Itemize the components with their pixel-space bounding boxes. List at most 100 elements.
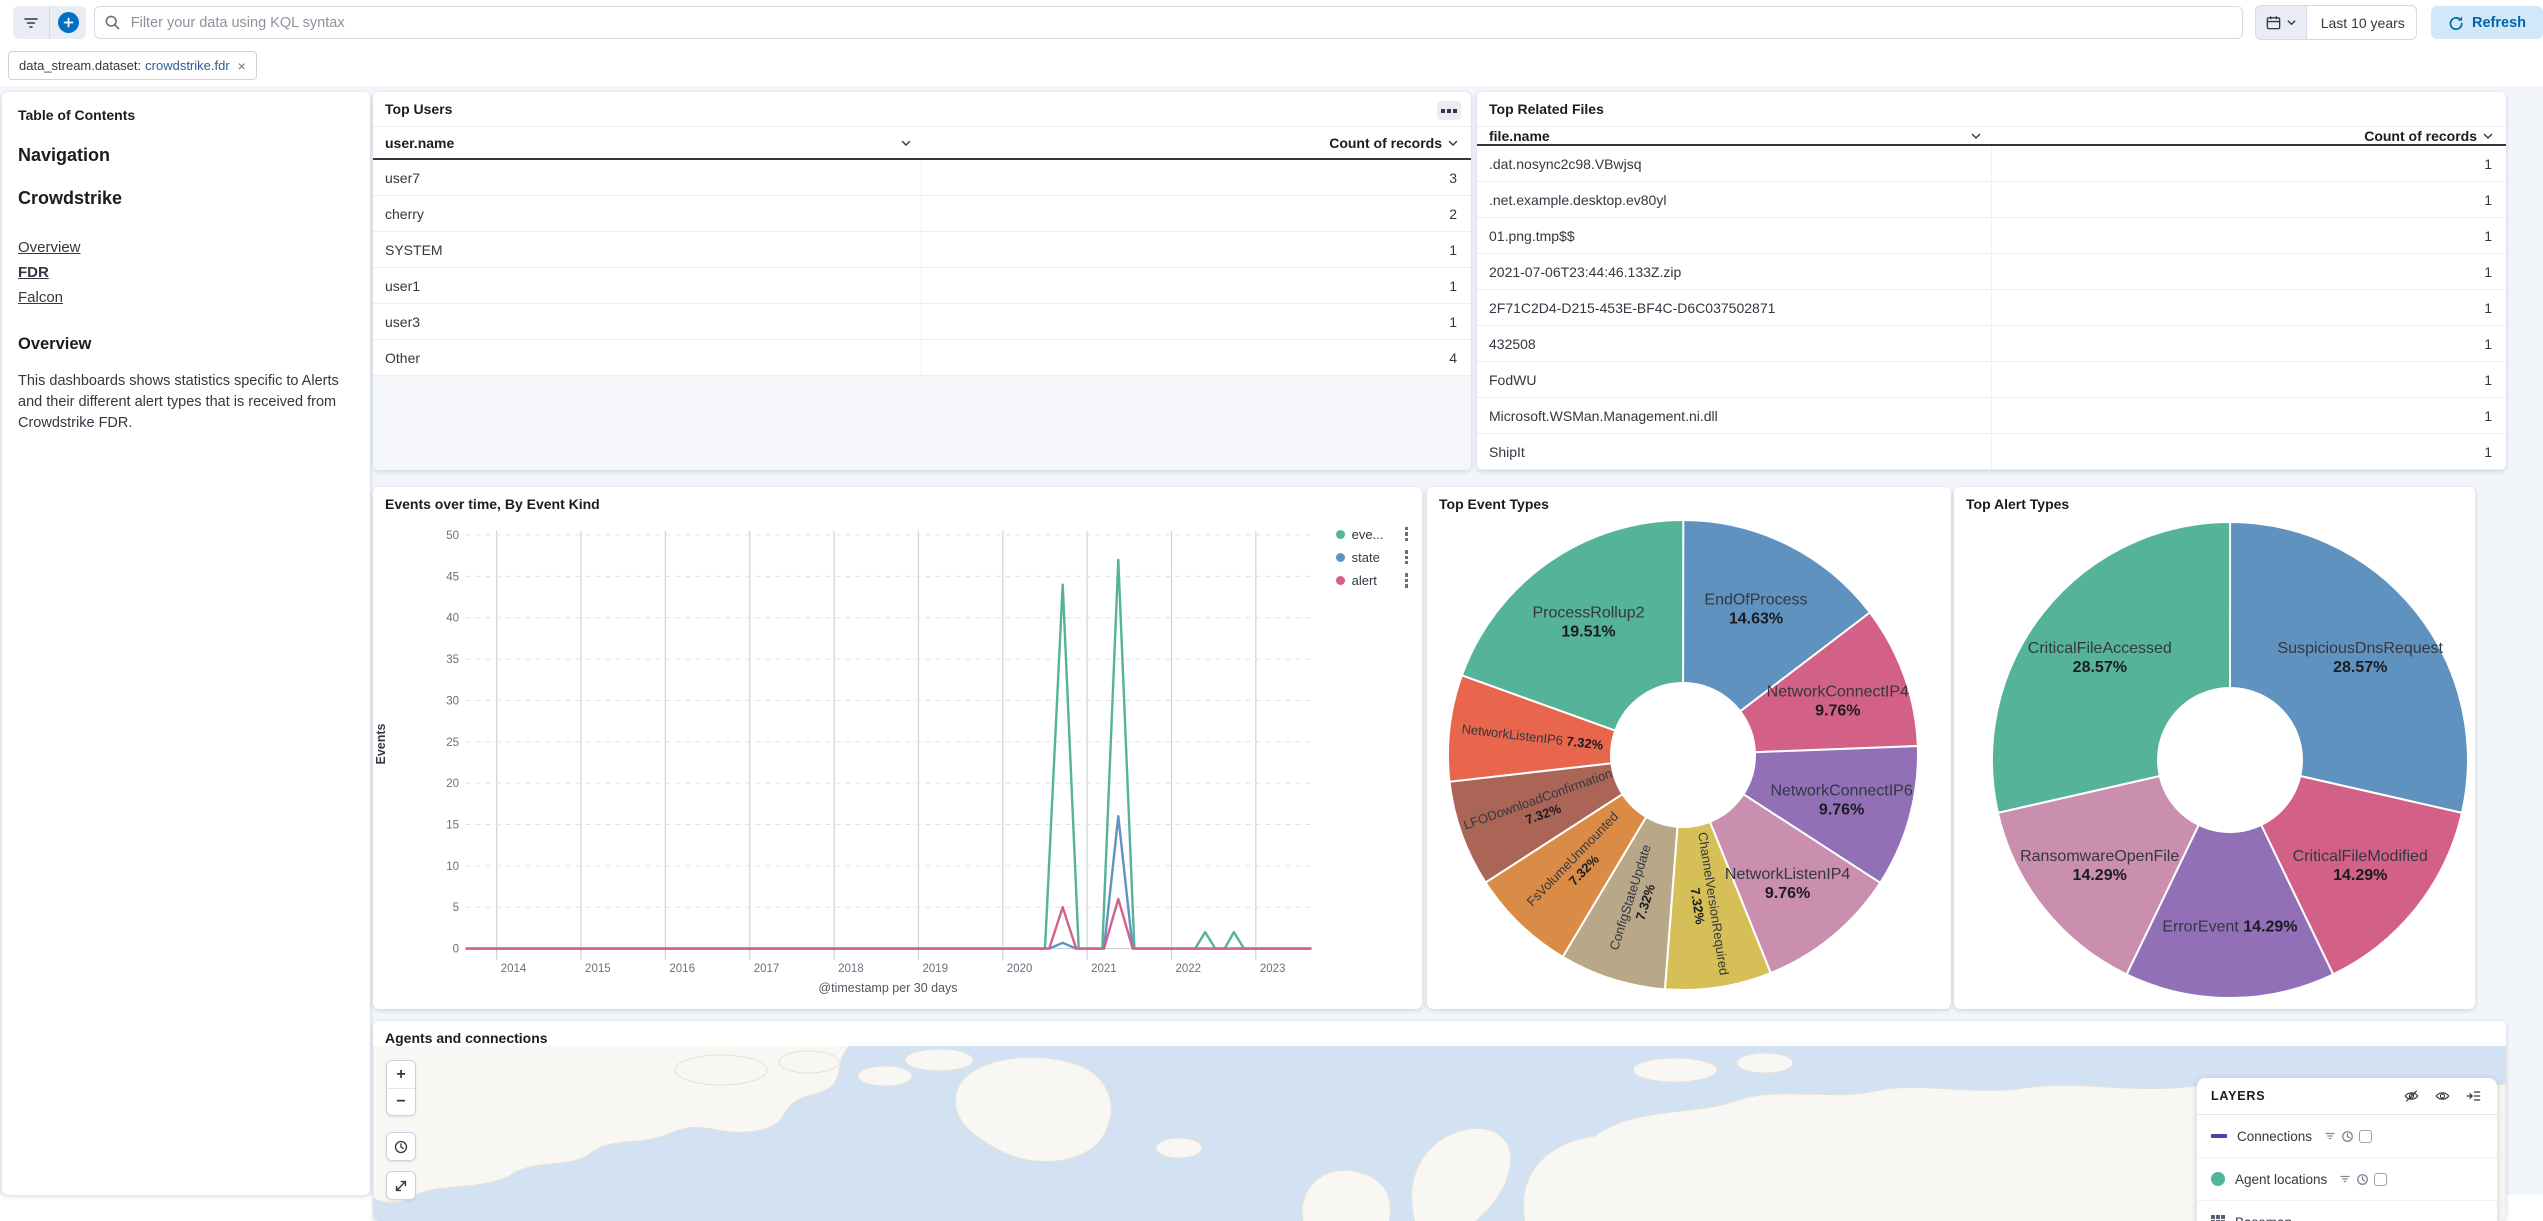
top-event-types-donut-chart: EndOfProcess14.63%NetworkConnectIP49.76%… [1427,487,1951,1009]
layer-filter-icon[interactable] [2339,1173,2351,1185]
table-row[interactable]: 4325081 [1477,326,2506,362]
y-axis-title: Events [374,714,388,774]
add-filter-button[interactable] [49,6,85,39]
toc-link-fdr[interactable]: FDR [18,260,354,285]
eye-closed-icon[interactable] [2402,1088,2421,1104]
eye-open-icon[interactable] [2433,1088,2452,1104]
zoom-out-button[interactable]: − [387,1088,415,1115]
cell-count[interactable]: 4 [922,340,1471,375]
refresh-label: Refresh [2472,15,2526,31]
legend-item-event[interactable]: eve... [1336,525,1410,543]
cell-count[interactable]: 1 [1992,146,2507,181]
remove-filter-icon[interactable]: × [238,59,246,73]
table-row[interactable]: cherry2 [373,196,1471,232]
cell-name[interactable]: user3 [373,304,922,339]
table-row[interactable]: user73 [373,160,1471,196]
cell-name[interactable]: user7 [373,160,922,195]
column-header-name[interactable]: file.name [1477,127,1992,144]
filter-pill-field: data_stream.dataset: [19,58,141,73]
layers-panel-header: LAYERS [2197,1078,2497,1115]
collapse-layers-icon[interactable] [2464,1088,2483,1104]
add-filter-plus-icon [58,12,79,33]
table-row[interactable]: SYSTEM1 [373,232,1471,268]
table-row[interactable]: 2F71C2D4-D215-453E-BF4C-D6C0375028711 [1477,290,2506,326]
cell-name[interactable]: 2F71C2D4-D215-453E-BF4C-D6C037502871 [1477,290,1992,325]
search-input[interactable] [94,6,2243,39]
top-alert-types-panel: Top Alert Types SuspiciousDnsRequest28.5… [1954,487,2475,1009]
cell-name[interactable]: Other [373,340,922,375]
search-icon [104,14,121,31]
cell-count[interactable]: 1 [1992,326,2507,361]
legend-actions-icon[interactable] [1403,571,1410,589]
legend-actions-icon[interactable] [1403,525,1410,543]
legend-item-state[interactable]: state [1336,548,1410,566]
toc-link-falcon[interactable]: Falcon [18,285,354,310]
cell-count[interactable]: 1 [1992,434,2507,469]
layer-time-icon[interactable] [2356,1173,2369,1186]
cell-name[interactable]: cherry [373,196,922,231]
table-row[interactable]: Other4 [373,340,1471,376]
column-header-count[interactable]: Count of records [1992,127,2507,144]
cell-count[interactable]: 1 [922,304,1471,339]
y-tick-label: 45 [446,571,459,583]
cell-name[interactable]: SYSTEM [373,232,922,267]
cell-count[interactable]: 1 [922,268,1471,303]
table-row[interactable]: user31 [373,304,1471,340]
cell-name[interactable]: 2021-07-06T23:44:46.133Z.zip [1477,254,1992,289]
legend-actions-icon[interactable] [1403,548,1410,566]
cell-name[interactable]: .dat.nosync2c98.VBwjsq [1477,146,1992,181]
column-header-name[interactable]: user.name [373,127,922,158]
toc-link-overview[interactable]: Overview [18,235,354,260]
layer-row-connections[interactable]: Connections [2197,1115,2497,1158]
table-row[interactable]: .net.example.desktop.ev80yl1 [1477,182,2506,218]
cell-name[interactable]: FodWU [1477,362,1992,397]
table-row[interactable]: user11 [373,268,1471,304]
filter-bar: data_stream.dataset: crowdstrike.fdr × [0,45,2543,86]
date-picker-menu-button[interactable] [2256,6,2307,39]
cell-name[interactable]: 432508 [1477,326,1992,361]
series-line-state[interactable] [466,816,1312,948]
cell-count[interactable]: 1 [1992,398,2507,433]
cell-name[interactable]: .net.example.desktop.ev80yl [1477,182,1992,217]
table-row[interactable]: Microsoft.WSMan.Management.ni.dll1 [1477,398,2506,434]
cell-count[interactable]: 1 [1992,362,2507,397]
cell-name[interactable]: Microsoft.WSMan.Management.ni.dll [1477,398,1992,433]
layer-filter-icon[interactable] [2324,1130,2336,1142]
cell-count[interactable]: 3 [922,160,1471,195]
layer-swatch-line [2211,1134,2227,1138]
table-empty-space [373,376,1471,470]
layer-checkbox[interactable] [2374,1173,2387,1186]
table-row[interactable]: 2021-07-06T23:44:46.133Z.zip1 [1477,254,2506,290]
column-header-count[interactable]: Count of records [922,127,1471,158]
events-line-chart: 2014201520162017201820192020202120222023… [373,487,1422,1009]
cell-count[interactable]: 1 [1992,218,2507,253]
cell-count[interactable]: 1 [1992,254,2507,289]
legend-item-alert[interactable]: alert [1336,571,1410,589]
expand-icon [393,1178,409,1194]
table-row[interactable]: .dat.nosync2c98.VBwjsq1 [1477,146,2506,182]
table-row[interactable]: ShipIt1 [1477,434,2506,470]
filters-toggle-button[interactable] [13,6,49,39]
layer-time-icon[interactable] [2341,1130,2354,1143]
table-row[interactable]: FodWU1 [1477,362,2506,398]
filter-pill[interactable]: data_stream.dataset: crowdstrike.fdr × [8,51,257,80]
zoom-in-button[interactable]: + [387,1061,415,1088]
cell-count[interactable]: 2 [922,196,1471,231]
table-row[interactable]: 01.png.tmp$$1 [1477,218,2506,254]
time-range-value[interactable]: Last 10 years [2307,6,2417,39]
map-timeslider-control [386,1132,416,1161]
layer-checkbox[interactable] [2359,1130,2372,1143]
cell-name[interactable]: ShipIt [1477,434,1992,469]
y-tick-label: 20 [446,778,459,790]
cell-name[interactable]: user1 [373,268,922,303]
cell-count[interactable]: 1 [1992,182,2507,217]
layer-row-basemap[interactable]: Basemap [2197,1201,2497,1221]
cell-name[interactable]: 01.png.tmp$$ [1477,218,1992,253]
cell-count[interactable]: 1 [1992,290,2507,325]
filter-pill-value: crowdstrike.fdr [145,58,230,73]
series-line-alert[interactable] [466,899,1312,949]
panel-options-icon[interactable] [1437,101,1461,120]
refresh-button[interactable]: Refresh [2431,6,2543,39]
timeslider-button[interactable] [387,1133,415,1160]
cell-count[interactable]: 1 [922,232,1471,267]
